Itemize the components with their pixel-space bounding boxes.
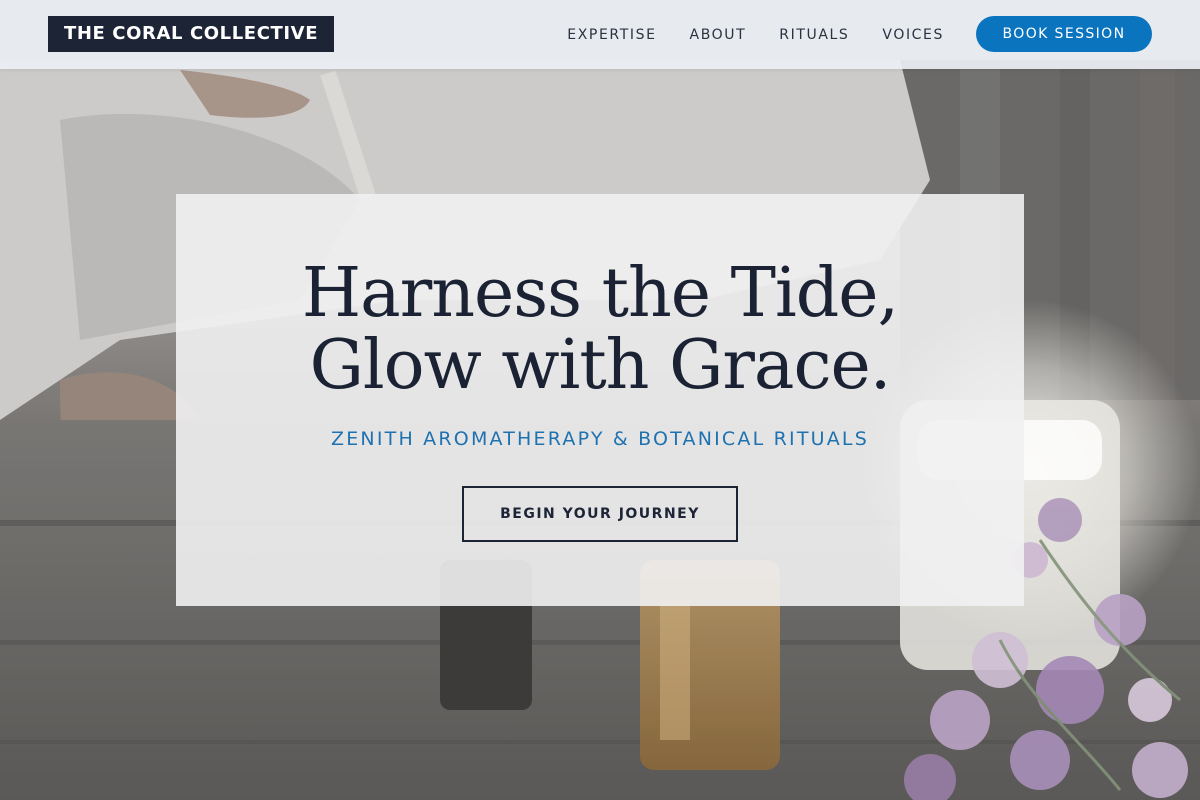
hero-card: Harness the Tide, Glow with Grace. ZENIT…	[176, 194, 1024, 606]
nav-link-about[interactable]: ABOUT	[690, 27, 747, 43]
book-session-button[interactable]: BOOK SESSION	[976, 16, 1152, 52]
nav-link-voices[interactable]: VOICES	[882, 27, 944, 43]
hero-title: Harness the Tide, Glow with Grace.	[176, 258, 1024, 402]
hero-subtitle: ZENITH AROMATHERAPY & BOTANICAL RITUALS	[331, 428, 869, 450]
hero-title-line-2: Glow with Grace.	[309, 326, 892, 405]
main-nav: EXPERTISE ABOUT RITUALS VOICES	[567, 0, 944, 69]
nav-link-expertise[interactable]: EXPERTISE	[567, 27, 656, 43]
nav-link-rituals[interactable]: RITUALS	[779, 27, 849, 43]
hero-title-line-1: Harness the Tide,	[301, 254, 899, 333]
begin-journey-button[interactable]: BEGIN YOUR JOURNEY	[462, 486, 738, 542]
top-navigation-bar: THE CORAL COLLECTIVE EXPERTISE ABOUT RIT…	[0, 0, 1200, 69]
brand-logo[interactable]: THE CORAL COLLECTIVE	[48, 16, 335, 52]
